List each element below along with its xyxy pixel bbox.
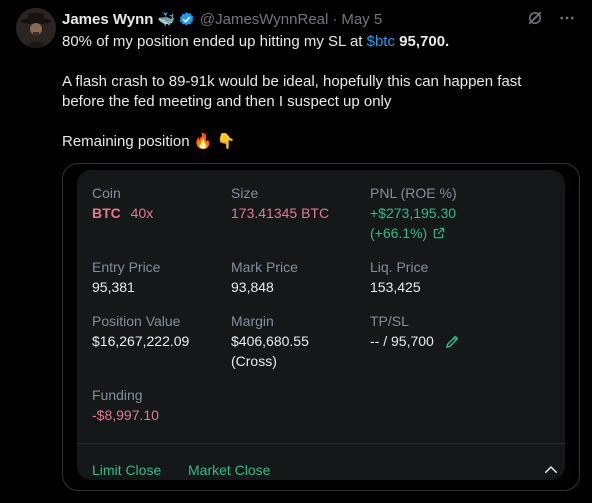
position-value-field: Position Value $16,267,222.09 [92, 311, 189, 351]
coin-label: Coin [92, 185, 121, 201]
entry-price-field: Entry Price 95,381 [92, 257, 160, 297]
funding-field: Funding -$8,997.10 [92, 385, 159, 425]
margin-field: Margin $406,680.55 (Cross) [231, 311, 309, 371]
author-handle[interactable]: @JamesWynnReal [200, 11, 328, 28]
pnl-value: +$273,195.30 [370, 205, 457, 221]
header-actions [526, 9, 576, 27]
roe-row: (+66.1%) [370, 223, 457, 243]
tpsl-value: -- / 95,700 [370, 333, 434, 349]
tweet-line-3: Remaining position 🔥 👇 [62, 132, 582, 152]
tweet-line-2b: before the fed meeting and then I suspec… [62, 93, 392, 110]
author-name[interactable]: James Wynn [62, 11, 153, 28]
limit-close-button[interactable]: Limit Close [92, 462, 161, 478]
coin-field: Coin BTC 40x [92, 183, 153, 223]
stop-loss-price: 95,700. [394, 33, 450, 50]
grok-icon[interactable] [526, 9, 544, 27]
post-time[interactable]: May 5 [341, 11, 382, 28]
leverage-value: 40x [130, 205, 154, 221]
mark-price-value: 93,848 [231, 279, 274, 295]
btc-cashtag-link[interactable]: $btc [367, 33, 395, 50]
whale-emoji: 🐳 [157, 10, 175, 27]
entry-price-label: Entry Price [92, 259, 161, 275]
tweet-line-3-text: Remaining position [62, 133, 190, 150]
tweet-line-2a: A flash crash to 89-91k would be ideal, … [62, 73, 522, 90]
pnl-field: PNL (ROE %) +$273,195.30 (+66.1%) [370, 183, 457, 243]
footer-divider [77, 443, 565, 444]
liq-price-value: 153,425 [370, 279, 421, 295]
tpsl-label: TP/SL [370, 313, 409, 329]
chevron-up-icon[interactable] [542, 461, 560, 479]
funding-value: -$8,997.10 [92, 407, 159, 423]
verified-badge-icon[interactable] [178, 11, 195, 28]
size-value: 173.41345 BTC [231, 205, 330, 221]
market-close-button[interactable]: Market Close [188, 462, 270, 478]
liq-price-field: Liq. Price 153,425 [370, 257, 428, 297]
tweet-header: James Wynn 🐳 @JamesWynnReal · May 5 [62, 8, 576, 30]
position-value-value: $16,267,222.09 [92, 333, 190, 349]
entry-price-value: 95,381 [92, 279, 135, 295]
avatar[interactable] [16, 8, 56, 48]
size-field: Size 173.41345 BTC [231, 183, 329, 223]
fire-pointing-emojis: 🔥 👇 [193, 133, 236, 150]
coin-symbol: BTC [92, 205, 121, 221]
position-panel: Coin BTC 40x Size 173.41345 BTC PNL (ROE… [77, 170, 565, 480]
funding-label: Funding [92, 387, 143, 403]
coin-value: BTC 40x [92, 203, 153, 223]
size-label: Size [231, 185, 259, 201]
edit-pencil-icon[interactable] [444, 333, 461, 350]
margin-value: $406,680.55 [231, 333, 309, 349]
liq-price-label: Liq. Price [370, 259, 429, 275]
mark-price-field: Mark Price 93,848 [231, 257, 298, 297]
more-options-icon[interactable] [558, 9, 576, 27]
tweet-text: 80% of my position ended up hitting my S… [62, 32, 582, 152]
position-card-image[interactable]: Coin BTC 40x Size 173.41345 BTC PNL (ROE… [62, 163, 580, 491]
roe-value: (+66.1%) [370, 225, 428, 241]
mark-price-label: Mark Price [231, 259, 298, 275]
margin-mode: (Cross) [231, 353, 277, 369]
header-separator: · [332, 10, 338, 28]
tpsl-field: TP/SL -- / 95,700 [370, 311, 461, 351]
margin-label: Margin [231, 313, 274, 329]
position-value-label: Position Value [92, 313, 181, 329]
share-external-icon[interactable] [432, 226, 446, 240]
tweet-line-1-text: 80% of my position ended up hitting my S… [62, 33, 367, 50]
avatar-image [16, 8, 56, 48]
tweet-line-1: 80% of my position ended up hitting my S… [62, 32, 582, 52]
pnl-label: PNL (ROE %) [370, 185, 457, 201]
tpsl-row: -- / 95,700 [370, 331, 461, 351]
